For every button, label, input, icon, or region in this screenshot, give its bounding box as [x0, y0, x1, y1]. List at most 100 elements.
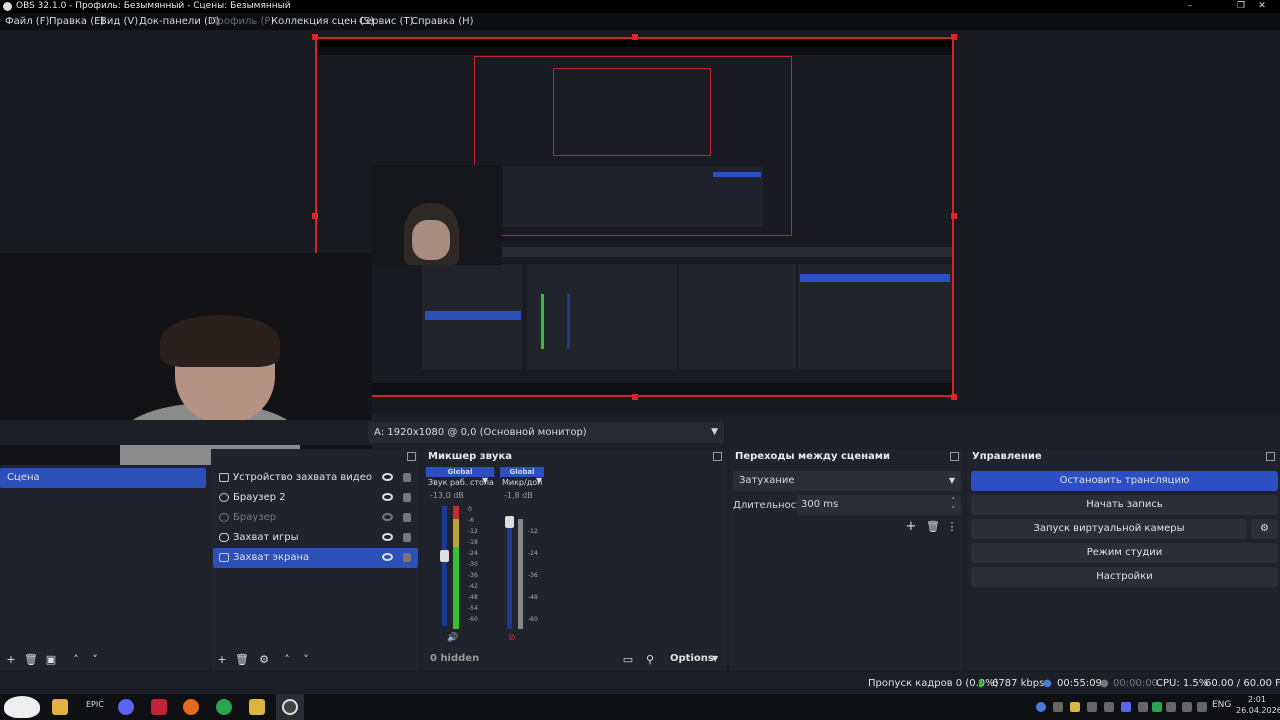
lock-icon[interactable]	[403, 473, 411, 482]
network-icon[interactable]	[1197, 702, 1207, 712]
menu-edit[interactable]: Правка (E)	[49, 13, 104, 30]
resize-handle-l[interactable]	[312, 213, 318, 219]
source-item[interactable]: Устройство захвата видео	[211, 468, 418, 488]
menu-view[interactable]: Вид (V)	[100, 13, 138, 30]
more-icon[interactable]: ⋮	[946, 520, 958, 533]
gear-icon[interactable]: ⚙	[258, 653, 270, 666]
link-icon[interactable]: ⚲	[644, 653, 656, 666]
eye-icon[interactable]	[382, 493, 393, 501]
chevron-down-icon[interactable]: ˅	[300, 653, 312, 666]
mic-icon[interactable]	[1166, 702, 1176, 712]
start-record-button[interactable]: Начать запись	[971, 495, 1278, 515]
nested-preview	[474, 56, 792, 236]
obs-icon[interactable]	[282, 699, 298, 715]
stepper-down-icon[interactable]: ˅	[952, 500, 956, 520]
trash-icon[interactable]: 🗑	[24, 653, 38, 666]
source-item[interactable]: Браузер 2	[211, 488, 418, 508]
scale-label: -42	[468, 583, 478, 590]
add-icon[interactable]: +	[5, 653, 17, 666]
menu-help[interactable]: Справка (H)	[411, 13, 474, 30]
chevron-down-icon[interactable]: ▼	[482, 476, 488, 485]
settings-button[interactable]: Настройки	[971, 567, 1278, 587]
resize-handle-tl[interactable]	[312, 34, 318, 40]
resize-handle-r[interactable]	[951, 213, 957, 219]
filter-icon[interactable]: ▣	[45, 653, 57, 666]
tray-chrome-icon[interactable]	[1036, 702, 1046, 712]
scale-label: -60	[468, 616, 478, 623]
resize-handle-b[interactable]	[632, 394, 638, 400]
chevron-up-icon[interactable]: ˄	[70, 653, 82, 666]
volume-slider-handle[interactable]	[440, 550, 449, 562]
layout-icon[interactable]: ▭	[622, 653, 634, 666]
lock-icon[interactable]	[403, 493, 411, 502]
chevron-down-icon[interactable]: ▼	[712, 654, 718, 663]
scene-item-label: Сцена	[7, 472, 40, 483]
options-button[interactable]: Options	[670, 653, 714, 664]
window-title: OBS 32.1.0 - Профиль: Безымянный - Сцены…	[16, 1, 291, 11]
display-select[interactable]: А: 1920x1080 @ 0,0 (Основной монитор) ▼	[368, 422, 724, 443]
tray-steam-icon[interactable]	[1053, 702, 1063, 712]
menu-docks[interactable]: Док-панели (D)	[139, 13, 220, 30]
volume-slider-track[interactable]	[507, 519, 512, 629]
language-indicator[interactable]: ENG	[1212, 700, 1231, 710]
tray-discord-icon[interactable]	[1121, 702, 1131, 712]
undock-icon[interactable]	[1266, 452, 1275, 461]
studio-mode-button[interactable]: Режим студии	[971, 543, 1278, 563]
chevron-up-icon[interactable]: ˄	[281, 653, 293, 666]
virtual-camera-button[interactable]: Запуск виртуальной камеры	[971, 519, 1247, 539]
volume-slider-handle[interactable]	[505, 516, 514, 528]
menu-profile[interactable]: Профиль (P)	[210, 13, 274, 30]
speaker-icon[interactable]: 🔊	[447, 633, 458, 643]
add-icon[interactable]: +	[905, 519, 917, 534]
stop-stream-button[interactable]: Остановить трансляцию	[971, 471, 1278, 491]
minimize-button[interactable]: –	[1172, 0, 1208, 13]
transition-type-select[interactable]: Затухание ▼	[733, 471, 961, 491]
menu-file[interactable]: Файл (F)	[5, 13, 49, 30]
epic-icon[interactable]: EPIC	[86, 700, 104, 709]
undock-icon[interactable]	[713, 452, 722, 461]
volume-slider-track[interactable]	[442, 506, 447, 626]
source-item[interactable]: Браузер	[211, 508, 418, 528]
menu-tools[interactable]: Сервис (T)	[359, 13, 413, 30]
tray-icon[interactable]	[1104, 702, 1114, 712]
tray-nvidia-icon[interactable]	[1152, 702, 1162, 712]
chrome-icon[interactable]	[216, 699, 232, 715]
speaker-icon[interactable]	[1182, 702, 1192, 712]
add-icon[interactable]: +	[216, 653, 228, 666]
scene-item[interactable]: Сцена	[0, 468, 206, 488]
lock-icon[interactable]	[403, 553, 411, 562]
trash-icon[interactable]: 🗑	[235, 653, 249, 666]
source-item[interactable]: Захват игры	[211, 528, 418, 548]
eye-icon[interactable]	[382, 553, 393, 561]
close-button[interactable]: ✕	[1244, 0, 1280, 13]
start-icon[interactable]	[4, 696, 40, 718]
source-item-selected[interactable]: Захват экрана	[213, 548, 418, 568]
tray-icon[interactable]	[1087, 702, 1097, 712]
undock-icon[interactable]	[407, 452, 416, 461]
chevron-down-icon[interactable]: ˅	[89, 653, 101, 666]
app2-icon[interactable]	[249, 699, 265, 715]
clock-date[interactable]: 26.04.2026	[1236, 706, 1280, 715]
eye-icon[interactable]	[382, 473, 393, 481]
folder-icon[interactable]	[52, 699, 68, 715]
gear-icon[interactable]: ⚙	[1251, 519, 1278, 539]
muted-mic-icon[interactable]: ⊘	[508, 633, 516, 643]
undock-icon[interactable]	[950, 452, 959, 461]
source-label: Захват экрана	[233, 552, 310, 563]
eye-off-icon[interactable]	[382, 513, 393, 521]
trash-icon[interactable]: 🗑	[926, 520, 940, 533]
lock-icon[interactable]	[403, 533, 411, 542]
eye-icon[interactable]	[382, 533, 393, 541]
resize-handle-br[interactable]	[951, 394, 957, 400]
resize-handle-tr[interactable]	[951, 34, 957, 40]
tray-icon[interactable]	[1138, 702, 1148, 712]
clock-time[interactable]: 2:01	[1248, 695, 1266, 704]
discord-icon[interactable]	[118, 699, 134, 715]
firefox-icon[interactable]	[183, 699, 199, 715]
tray-app-icon[interactable]	[1070, 702, 1080, 712]
chevron-down-icon[interactable]: ▼	[536, 476, 542, 485]
app-icon[interactable]	[151, 699, 167, 715]
lock-icon[interactable]	[403, 513, 411, 522]
duration-field[interactable]: 300 ms ˄ ˅	[797, 495, 961, 515]
resize-handle-t[interactable]	[632, 34, 638, 40]
